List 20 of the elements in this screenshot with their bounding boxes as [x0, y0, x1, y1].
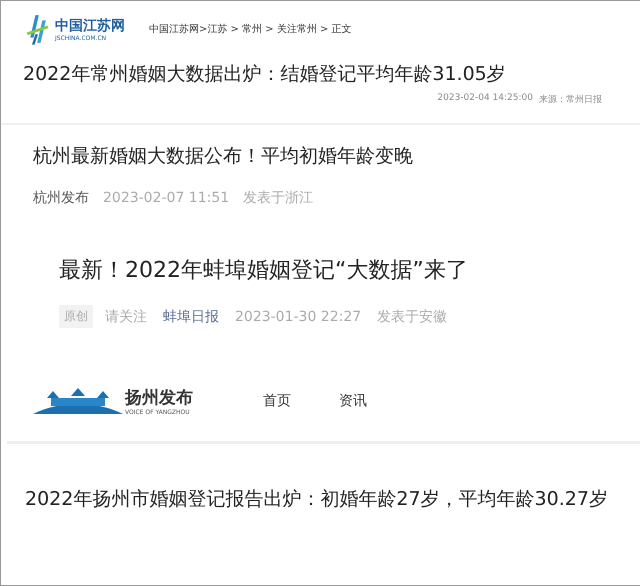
- publish-time: 2023-02-04 14:25:00: [437, 93, 533, 105]
- article-title: 2022年扬州市婚姻登记报告出炉：初婚年龄27岁，平均年龄30.27岁: [25, 487, 609, 512]
- pavilion-bridge-icon: [33, 386, 123, 416]
- location-label: 发表于安徽: [377, 308, 448, 326]
- article-title: 2022年常州婚姻大数据出炉：结婚登记平均年龄31.05岁: [23, 62, 507, 87]
- original-badge: 原创: [59, 305, 93, 328]
- publish-time: 2023-01-30 22:27: [235, 308, 362, 324]
- source-label: 来源：常州日报: [539, 94, 602, 106]
- breadcrumb[interactable]: 中国江苏网>江苏 > 常州 > 关注常州 > 正文: [149, 22, 352, 36]
- follow-label: 请关注: [105, 308, 147, 326]
- location-label: 发表于浙江: [243, 189, 314, 207]
- author-link[interactable]: 杭州发布: [33, 189, 89, 207]
- nav-link[interactable]: 首页: [263, 392, 291, 410]
- article-title: 杭州最新婚姻大数据公布！平均初婚年龄变晚: [33, 144, 414, 169]
- author-link[interactable]: 蚌埠日报: [163, 308, 219, 326]
- nav-link[interactable]: 资讯: [339, 392, 367, 410]
- article-title: 最新！2022年蚌埠婚姻登记“大数据”来了: [59, 257, 469, 285]
- logo-name: 中国江苏网: [55, 16, 125, 34]
- logo-name: 扬州发布: [125, 387, 193, 409]
- publish-time: 2023-02-07 11:51: [103, 190, 230, 206]
